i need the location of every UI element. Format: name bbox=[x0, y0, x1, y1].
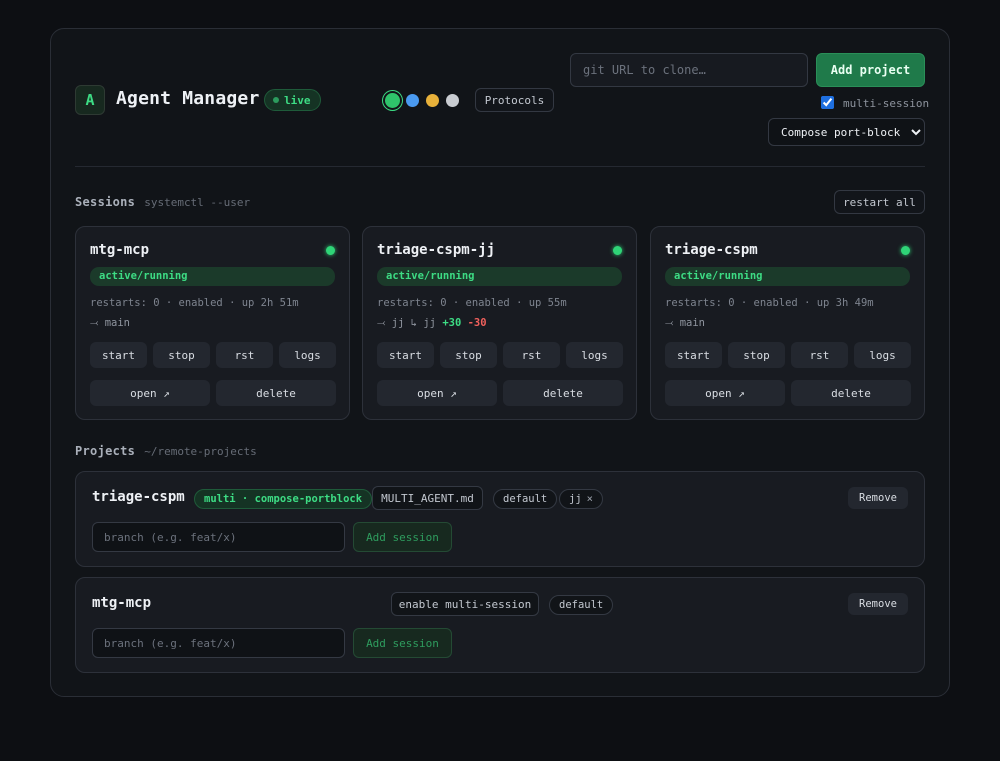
theme-swatch-gray[interactable] bbox=[446, 94, 459, 107]
project-mode-badge: multi · compose-portblock bbox=[194, 489, 373, 509]
sessions-title: Sessions bbox=[75, 195, 136, 209]
session-branch: ⤙ main bbox=[665, 317, 705, 330]
project-name: triage-cspm bbox=[92, 489, 185, 505]
logs-button[interactable]: logs bbox=[279, 342, 336, 368]
close-icon[interactable]: × bbox=[587, 493, 593, 505]
git-url-input[interactable] bbox=[570, 53, 808, 87]
projects-header: Projects ~/remote-projects bbox=[75, 444, 257, 458]
theme-swatch-yellow[interactable] bbox=[426, 94, 439, 107]
diff-additions: +30 bbox=[442, 317, 462, 329]
app-logo: A bbox=[75, 85, 105, 115]
session-state-badge: active/running bbox=[665, 267, 910, 286]
enable-multi-session-button[interactable]: enable multi-session bbox=[391, 592, 539, 616]
tag-jj-label: jj bbox=[569, 493, 582, 505]
sessions-subtitle: systemctl --user bbox=[144, 196, 251, 209]
projects-title: Projects bbox=[75, 444, 136, 458]
agent-file-button[interactable]: MULTI_AGENT.md bbox=[372, 486, 483, 510]
stop-button[interactable]: stop bbox=[440, 342, 497, 368]
open-button[interactable]: open ↗ bbox=[90, 380, 210, 406]
project-name: mtg-mcp bbox=[92, 595, 152, 611]
sessions-header: Sessions systemctl --user bbox=[75, 195, 250, 209]
live-badge-label: live bbox=[284, 93, 311, 107]
project-card: mtg-mcp enable multi-session default Rem… bbox=[75, 577, 925, 673]
session-state-badge: active/running bbox=[90, 267, 335, 286]
branch-label: ⤙ jj ↳ jj bbox=[377, 317, 436, 329]
restart-button[interactable]: rst bbox=[791, 342, 848, 368]
header-divider bbox=[75, 166, 925, 167]
tag-default[interactable]: default bbox=[549, 595, 614, 615]
add-session-button[interactable]: Add session bbox=[353, 522, 452, 552]
project-card: triage-cspm multi · compose-portblock MU… bbox=[75, 471, 925, 567]
stop-button[interactable]: stop bbox=[728, 342, 785, 368]
branch-label: ⤙ main bbox=[90, 317, 131, 329]
theme-swatch-blue[interactable] bbox=[406, 94, 419, 107]
app-window: A Agent Manager live Protocols Add proje… bbox=[50, 28, 950, 697]
session-state-badge: active/running bbox=[377, 267, 622, 286]
tag-default[interactable]: default bbox=[493, 489, 558, 509]
live-badge: live bbox=[264, 89, 321, 111]
status-dot-icon bbox=[901, 246, 910, 255]
delete-button[interactable]: delete bbox=[216, 380, 336, 406]
multi-session-label: multi-session bbox=[843, 97, 930, 110]
status-dot-icon bbox=[613, 246, 622, 255]
add-project-button[interactable]: Add project bbox=[816, 53, 925, 87]
session-meta: restarts: 0 · enabled · up 2h 51m bbox=[90, 297, 299, 309]
restart-all-button[interactable]: restart all bbox=[834, 190, 925, 214]
live-dot-icon bbox=[273, 97, 279, 103]
delete-button[interactable]: delete bbox=[791, 380, 911, 406]
remove-project-button[interactable]: Remove bbox=[848, 593, 908, 615]
stop-button[interactable]: stop bbox=[153, 342, 210, 368]
branch-input[interactable] bbox=[92, 628, 345, 658]
session-meta: restarts: 0 · enabled · up 55m bbox=[377, 297, 567, 309]
session-branch: ⤙ jj ↳ jj +30 -30 bbox=[377, 317, 487, 330]
branch-input[interactable] bbox=[92, 522, 345, 552]
start-button[interactable]: start bbox=[665, 342, 722, 368]
logs-button[interactable]: logs bbox=[566, 342, 623, 368]
session-meta: restarts: 0 · enabled · up 3h 49m bbox=[665, 297, 874, 309]
session-name: triage-cspm-jj bbox=[377, 242, 496, 258]
session-name: triage-cspm bbox=[665, 242, 758, 258]
theme-swatch-green[interactable] bbox=[385, 93, 400, 108]
restart-button[interactable]: rst bbox=[216, 342, 273, 368]
status-dot-icon bbox=[326, 246, 335, 255]
open-button[interactable]: open ↗ bbox=[665, 380, 785, 406]
open-button[interactable]: open ↗ bbox=[377, 380, 497, 406]
start-button[interactable]: start bbox=[377, 342, 434, 368]
add-session-button[interactable]: Add session bbox=[353, 628, 452, 658]
start-button[interactable]: start bbox=[90, 342, 147, 368]
session-branch: ⤙ main bbox=[90, 317, 130, 330]
session-card: mtg-mcp active/running restarts: 0 · ena… bbox=[75, 226, 350, 420]
app-title: Agent Manager bbox=[116, 88, 260, 109]
remove-project-button[interactable]: Remove bbox=[848, 487, 908, 509]
delete-button[interactable]: delete bbox=[503, 380, 623, 406]
diff-deletions: -30 bbox=[467, 317, 487, 329]
protocols-button[interactable]: Protocols bbox=[475, 88, 554, 112]
projects-subtitle: ~/remote-projects bbox=[144, 445, 257, 458]
branch-label: ⤙ main bbox=[665, 317, 706, 329]
restart-button[interactable]: rst bbox=[503, 342, 560, 368]
session-card: triage-cspm active/running restarts: 0 ·… bbox=[650, 226, 925, 420]
session-name: mtg-mcp bbox=[90, 242, 150, 258]
tag-jj[interactable]: jj × bbox=[559, 489, 603, 509]
logs-button[interactable]: logs bbox=[854, 342, 911, 368]
session-card: triage-cspm-jj active/running restarts: … bbox=[362, 226, 637, 420]
multi-session-checkbox[interactable] bbox=[821, 96, 834, 109]
compose-mode-select[interactable]: Compose port-block bbox=[768, 118, 925, 146]
